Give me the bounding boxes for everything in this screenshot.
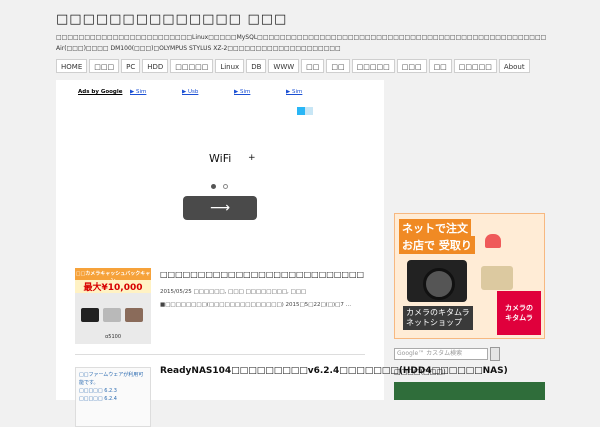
ad-next-button[interactable]: ⟶ xyxy=(183,196,257,220)
banner-line-2: お店で 受取り xyxy=(399,236,475,254)
kitamura-logo: カメラの キタムラ xyxy=(497,291,541,335)
site-title[interactable]: □□□□□□□□□□□□□□ □□□ xyxy=(56,12,287,27)
thumbnail-model: α5100 xyxy=(104,334,122,340)
camera-image xyxy=(103,308,121,322)
ad-plus-icon[interactable]: + xyxy=(248,153,256,163)
kitamura-banner[interactable]: ネットで注文 お店で 受取り カメラのキタムラ ネットショップ カメラの キタム… xyxy=(394,213,545,339)
adchoices-icon[interactable] xyxy=(297,107,305,115)
post-thumbnail-firmware[interactable]: □□ファームウェアが利用可能です。 □□□□□ 6.2.3 □□□□□ 6.2.… xyxy=(75,367,151,427)
post-divider xyxy=(75,354,365,355)
nav-item-11[interactable]: □□□□□ xyxy=(351,59,395,73)
main-content: Ads by Google ▶ Sim ▶ Usb ▶ Sim ▶ Sim Wi… xyxy=(56,80,508,427)
sidebar-heading: □□□□(□□□) xyxy=(394,368,446,376)
ad-link-sim-3[interactable]: ▶ Sim xyxy=(286,89,338,95)
ad-link-usb[interactable]: ▶ Usb xyxy=(182,89,234,95)
nav-item-linux[interactable]: Linux xyxy=(215,59,245,73)
heart-icon xyxy=(485,234,501,248)
camera-lens-image xyxy=(423,268,455,300)
nav-item-pc[interactable]: PC xyxy=(121,59,141,73)
post-meta: 2015/05/25 □□□□□□, □□□ □□□□□□□□, □□□ xyxy=(160,289,307,295)
main-nav: HOME □□□ PC HDD □□□□□ Linux DB WWW □□ □□… xyxy=(56,59,546,73)
nav-item-www[interactable]: WWW xyxy=(268,59,300,73)
post-thumbnail-camera-cashback[interactable]: □□カメラキャッシュバックキャン 最大¥10,000 α5100 xyxy=(75,268,151,344)
custom-search-input[interactable]: Google™ カスタム検索 xyxy=(394,348,488,360)
nav-item-2[interactable]: □□□ xyxy=(89,59,120,73)
site-description: □□□□□□□□□□□□□□□□□□□□□□□□Linux□□□□□MySQL□… xyxy=(56,34,546,52)
nav-item-db[interactable]: DB xyxy=(246,59,267,73)
nav-item-hdd[interactable]: HDD xyxy=(142,59,169,73)
banner-line-1: ネットで注文 xyxy=(399,219,471,237)
nav-item-13[interactable]: □□ xyxy=(428,59,452,73)
camera-image xyxy=(125,308,143,322)
compact-camera-image xyxy=(481,266,513,290)
post-title[interactable]: ReadyNAS104□□□□□□□□□v6.2.4□□□□□□□(HDD4□□… xyxy=(160,364,508,378)
ads-by-google-link[interactable]: Ads by Google xyxy=(78,89,130,95)
nav-item-5[interactable]: □□□□□ xyxy=(170,59,214,73)
post-title[interactable]: □□□□□□□□□□□□□□□□□□□□□□□□□□□ xyxy=(160,270,375,279)
nav-item-9[interactable]: □□ xyxy=(301,59,325,73)
ad-wifi-text[interactable]: WiFi xyxy=(209,152,231,165)
ad-links-row: Ads by Google ▶ Sim ▶ Usb ▶ Sim ▶ Sim xyxy=(78,89,338,95)
nav-item-12[interactable]: □□□ xyxy=(396,59,427,73)
carousel-dot[interactable] xyxy=(223,184,228,189)
search-button[interactable] xyxy=(490,347,500,361)
nav-item-home[interactable]: HOME xyxy=(56,59,88,73)
nav-item-14[interactable]: □□□□□ xyxy=(453,59,497,73)
arrow-right-icon: ⟶ xyxy=(209,200,231,216)
thumbnail-firmware-text: □□ファームウェアが利用可能です。 □□□□□ 6.2.3 □□□□□ 6.2.… xyxy=(79,372,144,402)
thumbnail-amount: 最大¥10,000 xyxy=(75,280,151,293)
carousel-dot-active[interactable] xyxy=(211,184,216,189)
nav-item-10[interactable]: □□ xyxy=(326,59,350,73)
post-excerpt: ■□□□□□□□□(□□□□□□□□□□□□□□) 2015□5□22□(□)□… xyxy=(160,302,352,308)
ad-close-icon[interactable] xyxy=(305,107,313,115)
ad-link-sim-2[interactable]: ▶ Sim xyxy=(234,89,286,95)
sidebar-image[interactable] xyxy=(394,382,545,400)
banner-line-3: カメラのキタムラ ネットショップ xyxy=(403,306,473,330)
camera-image xyxy=(81,308,99,322)
nav-item-about[interactable]: About xyxy=(498,59,530,73)
ad-link-sim-1[interactable]: ▶ Sim xyxy=(130,89,182,95)
